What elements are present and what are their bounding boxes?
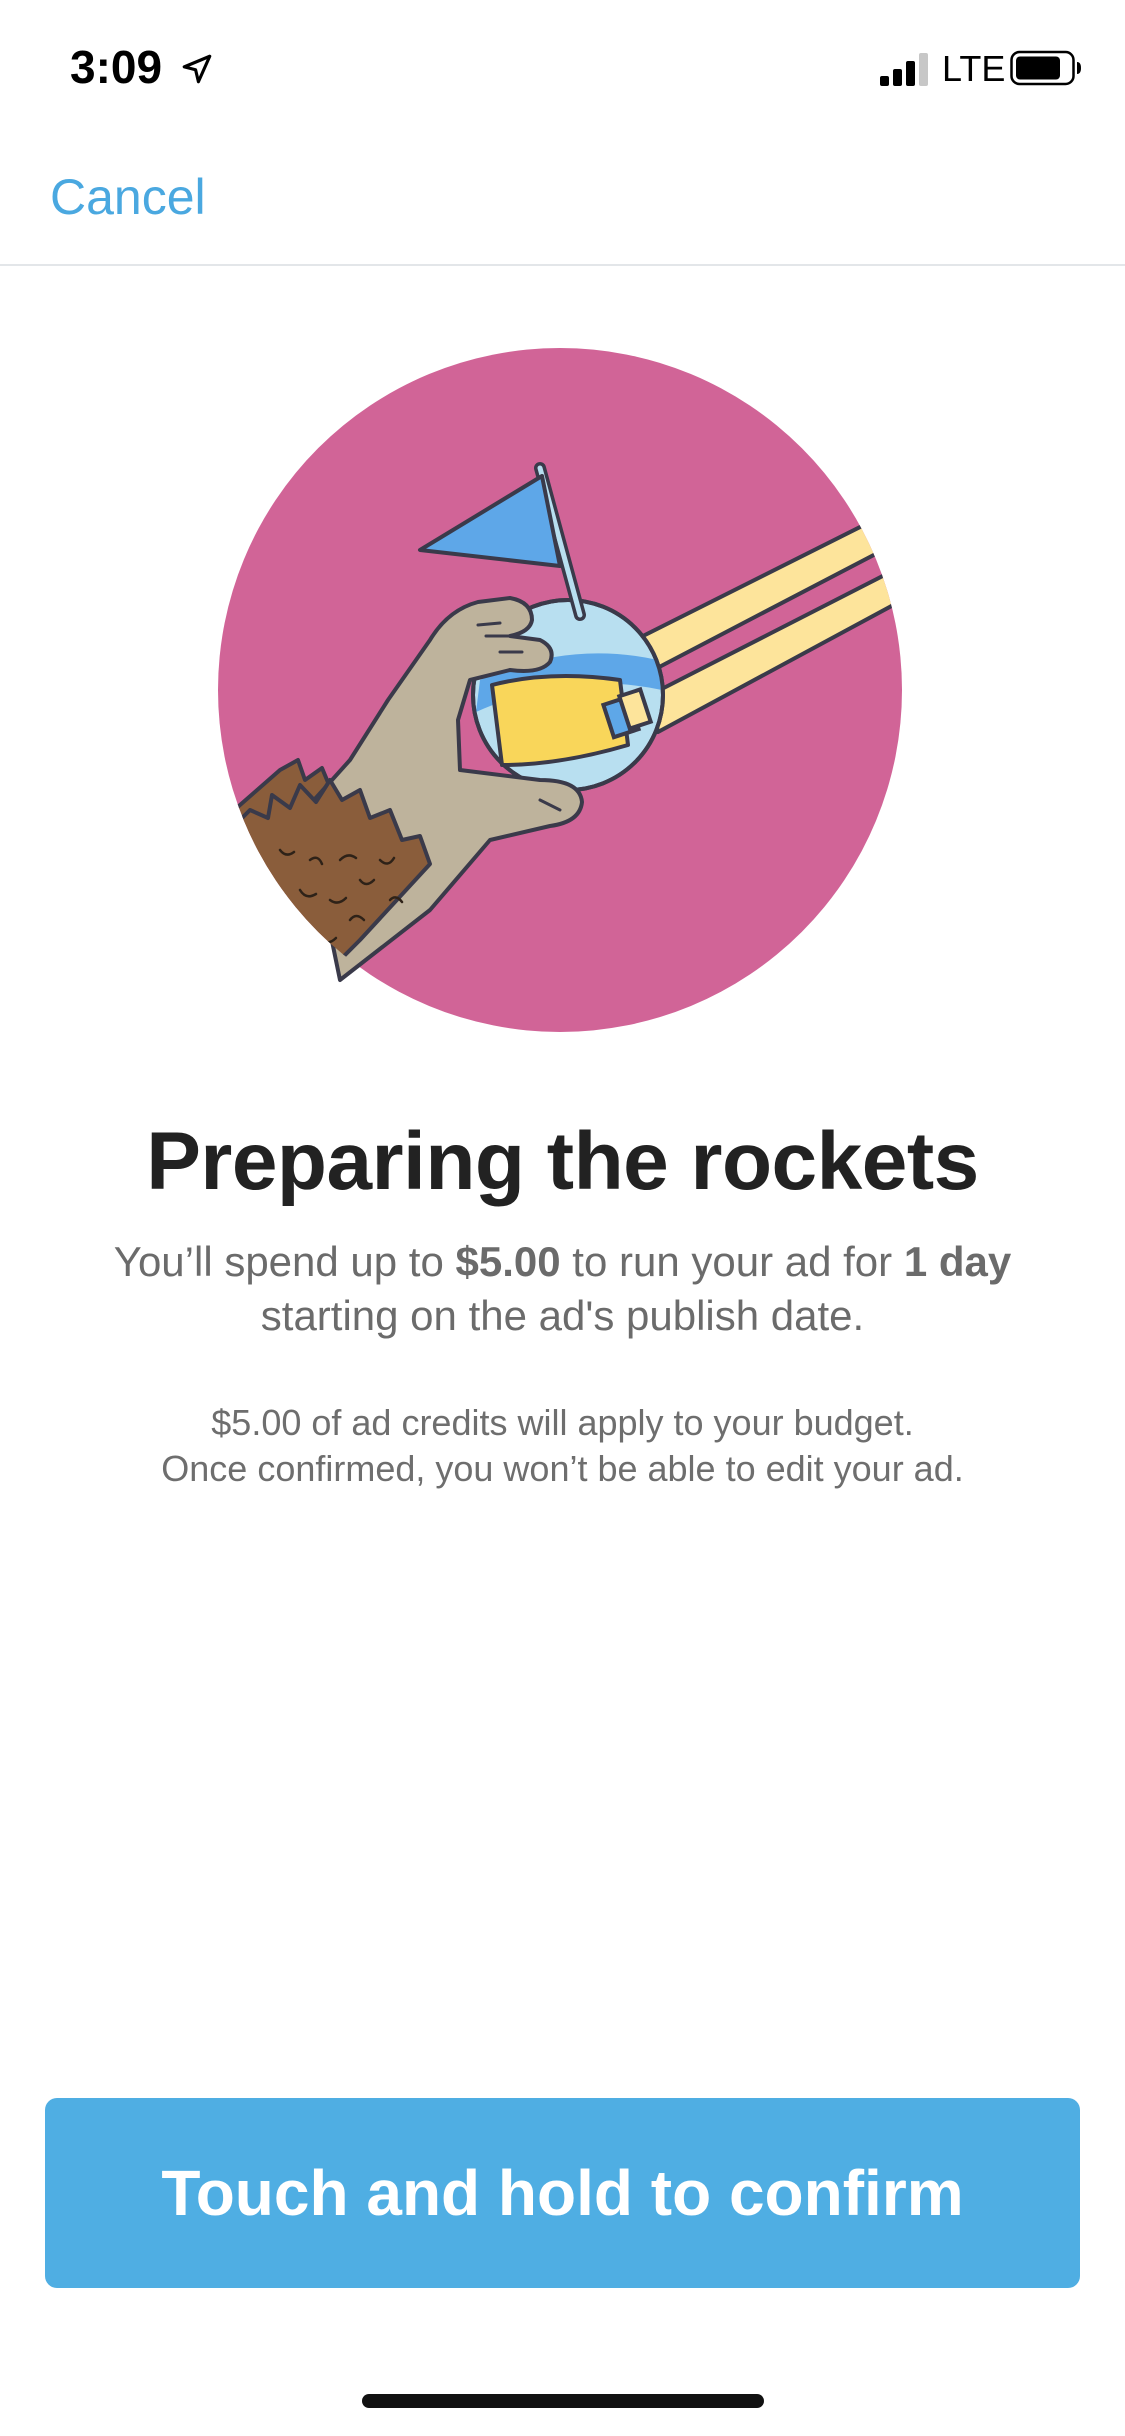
- duration-value: 1 day: [903, 1238, 1012, 1285]
- summary-text: You’ll spend up to: [113, 1238, 456, 1285]
- location-arrow-icon: [182, 54, 212, 84]
- status-time: 3:09: [70, 41, 163, 93]
- edit-warning-line: Once confirmed, you won’t be able to edi…: [161, 1448, 964, 1489]
- hold-to-confirm-button[interactable]: Touch and hold to confirm: [45, 2098, 1080, 2288]
- status-bar: 3:09 LTE: [0, 0, 1125, 132]
- summary-text: starting on the ad's publish date.: [260, 1292, 865, 1339]
- spend-summary: You’ll spend up to $5.00 to run your ad …: [40, 1235, 1085, 1343]
- credits-note-line: $5.00 of ad credits will apply to your b…: [211, 1402, 914, 1443]
- cancel-button[interactable]: Cancel: [50, 168, 206, 226]
- home-indicator: [362, 2394, 764, 2408]
- budget-amount: $5.00: [455, 1238, 561, 1285]
- nav-bar: Cancel: [0, 132, 1125, 266]
- battery-icon: [1010, 50, 1081, 86]
- cellular-signal-icon: [880, 53, 928, 86]
- credits-note: $5.00 of ad credits will apply to your b…: [40, 1400, 1085, 1492]
- hand-holding-planet-illustration: [218, 348, 902, 1032]
- page-title: Preparing the rockets: [146, 1116, 979, 1207]
- network-label: LTE: [942, 48, 1006, 89]
- screen: 3:09 LTE Cancel Preparing the rockets Yo…: [0, 0, 1125, 2436]
- summary-text: to run your ad for: [560, 1238, 904, 1285]
